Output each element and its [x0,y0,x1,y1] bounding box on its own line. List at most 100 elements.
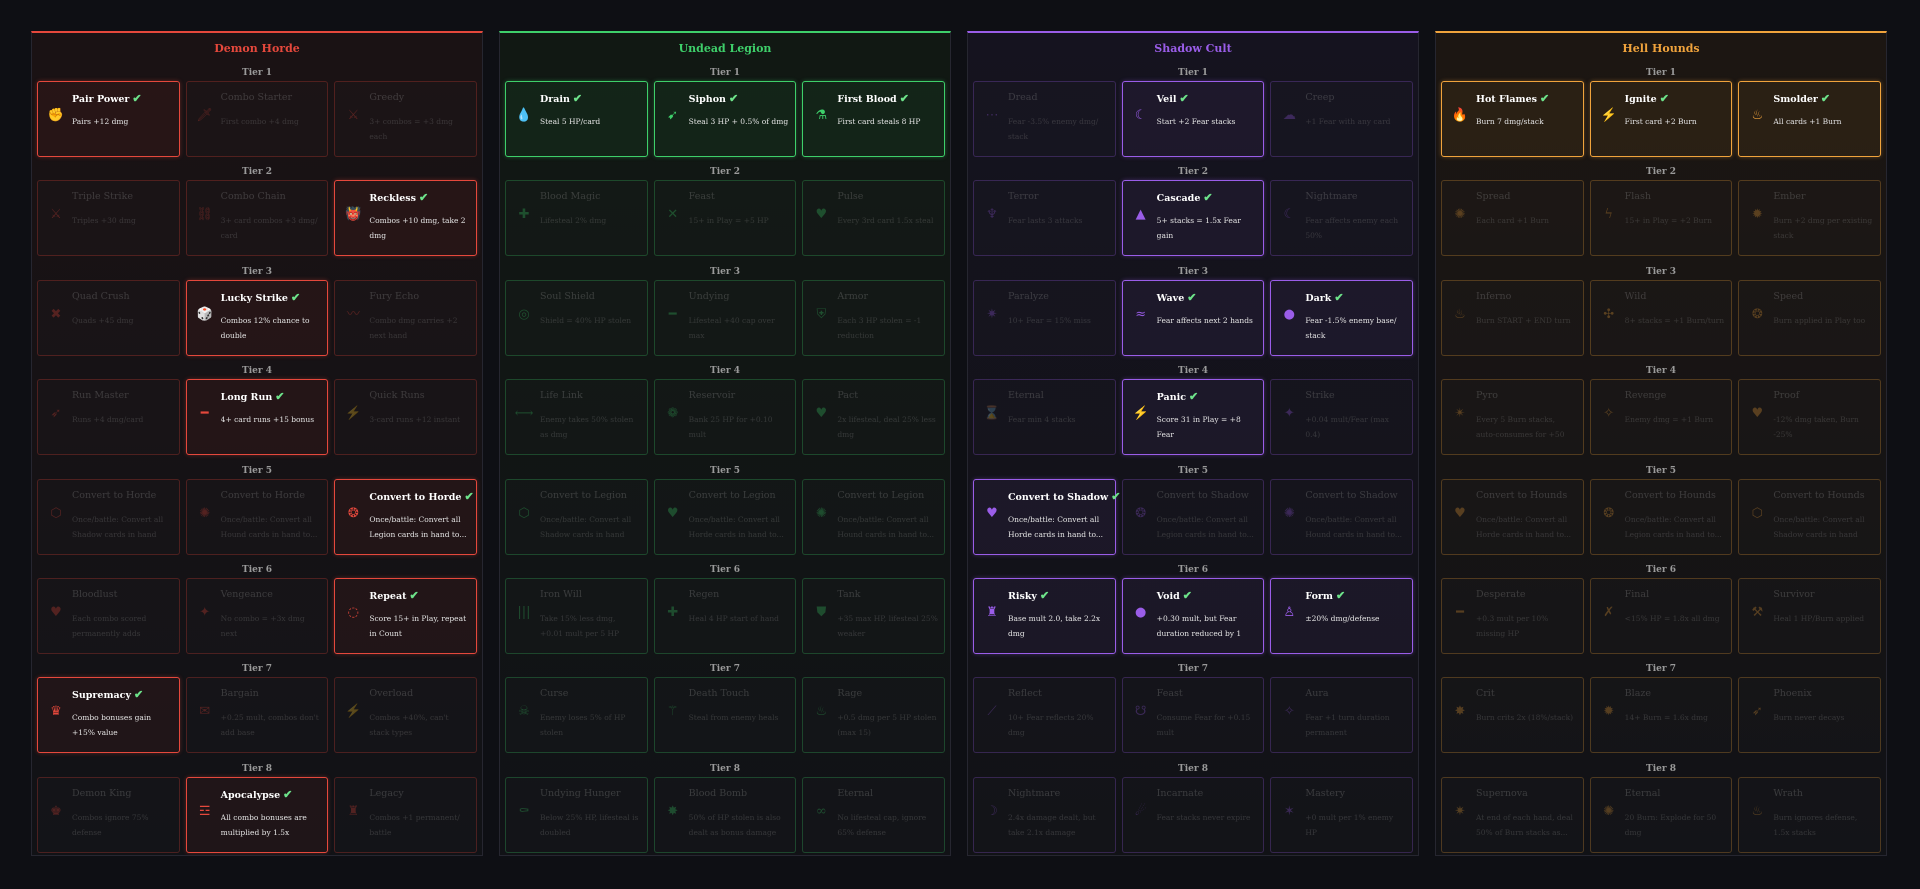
upgrade-card-flash[interactable]: ϟ Flash 15+ in Play = +2 Burn [1589,180,1733,257]
upgrade-card-desperate[interactable]: ━ Desperate +0.3 mult per 10% missing HP [1441,577,1584,654]
upgrade-card-form[interactable]: ♙ Form ✔ ±20% dmg/defense [1270,577,1414,654]
upgrade-card-eternal[interactable]: ∞ Eternal No lifesteal cap, ignore 65% def… [802,776,946,853]
upgrade-card-reflect[interactable]: ⟋ Reflect 10+ Fear reflects 20% dmg [973,677,1116,754]
upgrade-card-pulse[interactable]: ♥ Pulse Every 3rd card 1.5x steal [802,180,946,257]
upgrade-card-death-touch[interactable]: ⚚ Death Touch Steal from enemy heals [653,677,797,754]
upgrade-card-overload[interactable]: ⚡ Overload Combos +40%, can't stack types [334,677,478,754]
upgrade-card-apocalypse[interactable]: ☲ Apocalypse ✔ All combo bonuses are multip… [185,776,329,853]
upgrade-card-convert-to-shadow[interactable]: ❂ Convert to Shadow Once/battle: Convert a… [1121,478,1265,555]
upgrade-card-convert-to-horde[interactable]: ⬡ Convert to Horde Once/battle: Convert al… [37,478,180,555]
upgrade-card-convert-to-legion[interactable]: ⬡ Convert to Legion Once/battle: Convert a… [505,478,648,555]
upgrade-card-fury-echo[interactable]: 〰 Fury Echo Combo dmg carries +2 next hand [334,279,478,356]
upgrade-card-reservoir[interactable]: ❁ Reservoir Bank 25 HP for +0.10 mult [653,379,797,456]
upgrade-card-pact[interactable]: ♥ Pact 2x lifesteal, deal 25% less dmg [802,379,946,456]
upgrade-card-strike[interactable]: ✦ Strike +0.04 mult/Fear (max 0.4) [1270,379,1414,456]
upgrade-card-speed[interactable]: ❂ Speed Burn applied in Play too [1738,279,1882,356]
upgrade-card-soul-shield[interactable]: ◎ Soul Shield Shield = 40% HP stolen [505,279,648,356]
upgrade-card-first-blood[interactable]: ⚗ First Blood ✔ First card steals 8 HP [802,81,946,157]
card-title-text: Iron Will [540,588,582,600]
upgrade-card-blaze[interactable]: ✹ Blaze 14+ Burn = 1.6x dmg [1589,677,1733,754]
upgrade-card-ignite[interactable]: ⚡ Ignite ✔ First card +2 Burn [1589,81,1733,157]
upgrade-card-blood-magic[interactable]: ✚ Blood Magic Lifesteal 2% dmg [505,180,648,257]
upgrade-card-creep[interactable]: ☁ Creep +1 Fear with any card [1270,81,1414,157]
upgrade-card-armor[interactable]: ⛨ Armor Each 3 HP stolen = -1 reduction [802,279,946,356]
upgrade-card-phoenix[interactable]: ➶ Phoenix Burn never decays [1738,677,1882,754]
upgrade-card-eternal[interactable]: ✺ Eternal 20 Burn: Explode for 50 dmg [1589,776,1733,853]
card-description: Enemy dmg = +1 Burn [1624,415,1714,425]
upgrade-card-triple-strike[interactable]: ⚔ Triple Strike Triples +30 dmg [37,180,180,257]
upgrade-card-siphon[interactable]: ➹ Siphon ✔ Steal 3 HP + 0.5% of dmg [653,81,797,157]
upgrade-card-panic[interactable]: ⚡ Panic ✔ Score 31 in Play = +8 Fear [1121,379,1265,456]
upgrade-card-nightmare[interactable]: ☾ Nightmare Fear affects enemy each 50% [1270,180,1414,257]
upgrade-card-pyro[interactable]: ✴ Pyro Every 5 Burn stacks, auto-consumes … [1441,379,1584,456]
upgrade-card-incarnate[interactable]: ☄ Incarnate Fear stacks never expire [1121,776,1265,853]
upgrade-card-run-master[interactable]: ➶ Run Master Runs +4 dmg/card [37,379,180,456]
upgrade-card-quick-runs[interactable]: ⚡ Quick Runs 3-card runs +12 instant [334,379,478,456]
upgrade-card-smolder[interactable]: ♨ Smolder ✔ All cards +1 Burn [1738,81,1882,157]
upgrade-card-spread[interactable]: ✺ Spread Each card +1 Burn [1441,180,1584,257]
upgrade-card-eternal[interactable]: ⌛ Eternal Fear min 4 stacks [973,379,1116,456]
upgrade-card-crit[interactable]: ✸ Crit Burn crits 2x (18%/stack) [1441,677,1584,754]
upgrade-card-supremacy[interactable]: ♛ Supremacy ✔ Combo bonuses gain +15% value [37,677,180,754]
upgrade-card-revenge[interactable]: ✧ Revenge Enemy dmg = +1 Burn [1589,379,1733,456]
upgrade-card-paralyze[interactable]: ✷ Paralyze 10+ Fear = 15% miss [973,279,1116,356]
upgrade-card-supernova[interactable]: ✷ Supernova At end of each hand, deal 50% … [1441,776,1584,853]
upgrade-card-feast[interactable]: ☋ Feast Consume Fear for +0.15 mult [1121,677,1265,754]
upgrade-card-veil[interactable]: ☾ Veil ✔ Start +2 Fear stacks [1121,81,1265,157]
upgrade-card-combo-chain[interactable]: ⛓ Combo Chain 3+ card combos +3 dmg/ card [185,180,329,257]
upgrade-card-bargain[interactable]: ✉ Bargain +0.25 mult, combos don't add bas… [185,677,329,754]
upgrade-card-convert-to-shadow[interactable]: ♥ Convert to Shadow ✔ Once/battle: Convert … [973,478,1120,555]
upgrade-card-greedy[interactable]: ⚔ Greedy 3+ combos = +3 dmg each [334,81,478,157]
upgrade-card-iron-will[interactable]: ||| Iron Will Take 15% less dmg, +0.01 mul… [505,577,648,654]
upgrade-card-survivor[interactable]: ⚒ Survivor Heal 1 HP/Burn applied [1738,577,1882,654]
upgrade-card-long-run[interactable]: ━ Long Run ✔ 4+ card runs +15 bonus [185,379,329,456]
upgrade-card-wrath[interactable]: ♨ Wrath Burn ignores defense, 1.5x stacks [1738,776,1882,853]
upgrade-card-convert-to-legion[interactable]: ✺ Convert to Legion Once/battle: Convert a… [802,478,946,555]
upgrade-card-convert-to-hounds[interactable]: ⬡ Convert to Hounds Once/battle: Convert a… [1738,478,1882,555]
upgrade-card-feast[interactable]: ✕ Feast 15+ in Play = +5 HP [653,180,797,257]
upgrade-card-hot-flames[interactable]: 🔥 Hot Flames ✔ Burn 7 dmg/stack [1441,81,1584,157]
upgrade-card-convert-to-horde[interactable]: ❂ Convert to Horde ✔ Once/battle: Convert a… [334,478,478,555]
upgrade-card-regen[interactable]: ✚ Regen Heal 4 HP start of hand [653,577,797,654]
upgrade-card-blood-bomb[interactable]: ✸ Blood Bomb 50% of HP stolen is also deal… [653,776,797,853]
wrath-icon: ♨ [1751,803,1764,819]
upgrade-card-void[interactable]: ● Void ✔ +0.30 mult, but Fear duration redu… [1121,577,1265,654]
upgrade-card-proof[interactable]: ♥ Proof -12% dmg taken, Burn -25% [1738,379,1882,456]
upgrade-card-drain[interactable]: 💧 Drain ✔ Steal 5 HP/card [505,81,648,157]
upgrade-card-rage[interactable]: ♨ Rage +0.5 dmg per 5 HP stolen (max 15) [802,677,946,754]
upgrade-card-dark[interactable]: ● Dark ✔ Fear -1.5% enemy base/ stack [1270,279,1414,356]
upgrade-card-pair-power[interactable]: ✊ Pair Power ✔ Pairs +12 dmg [37,81,180,157]
upgrade-card-demon-king[interactable]: ♚ Demon King Combos ignore 75% defense [37,776,180,853]
upgrade-card-inferno[interactable]: ♨ Inferno Burn START + END turn [1441,279,1584,356]
upgrade-card-mastery[interactable]: ✶ Mastery +0 mult per 1% enemy HP [1270,776,1414,853]
upgrade-card-quad-crush[interactable]: ✖ Quad Crush Quads +45 dmg [37,279,180,356]
upgrade-card-final[interactable]: ✗ Final <15% HP = 1.8x all dmg [1589,577,1733,654]
upgrade-card-nightmare[interactable]: ☽ Nightmare 2.4x damage dealt, but take 2.… [973,776,1116,853]
upgrade-card-curse[interactable]: ☠ Curse Enemy loses 5% of HP stolen [505,677,648,754]
upgrade-card-risky[interactable]: ♜ Risky ✔ Base mult 2.0, take 2.2x dmg [973,577,1116,654]
upgrade-card-cascade[interactable]: ▲ Cascade ✔ 5+ stacks = 1.5x Fear gain [1121,180,1265,257]
upgrade-card-life-link[interactable]: ⟷ Life Link Enemy takes 50% stolen as dmg [505,379,648,456]
upgrade-card-convert-to-hounds[interactable]: ♥ Convert to Hounds Once/battle: Convert a… [1441,478,1584,555]
upgrade-card-undying-hunger[interactable]: ⚰ Undying Hunger Below 25% HP, lifesteal i… [505,776,648,853]
upgrade-card-reckless[interactable]: 👹 Reckless ✔ Combos +10 dmg, take 2 dmg [334,180,478,257]
upgrade-card-repeat[interactable]: ◌ Repeat ✔ Score 15+ in Play, repeat in Cou… [334,577,478,654]
upgrade-card-bloodlust[interactable]: ♥ Bloodlust Each combo scored permanently … [37,577,180,654]
upgrade-card-convert-to-horde[interactable]: ✺ Convert to Horde Once/battle: Convert al… [185,478,329,555]
upgrade-card-terror[interactable]: ♆ Terror Fear lasts 3 attacks [973,180,1116,257]
upgrade-card-aura[interactable]: ✧ Aura Fear +1 turn duration permanent [1270,677,1414,754]
upgrade-card-undying[interactable]: ━ Undying Lifesteal +40 cap over max [653,279,797,356]
upgrade-card-convert-to-legion[interactable]: ♥ Convert to Legion Once/battle: Convert a… [653,478,797,555]
upgrade-card-ember[interactable]: ✹ Ember Burn +2 dmg per existing stack [1738,180,1882,257]
upgrade-card-dread[interactable]: ⋯ Dread Fear -3.5% enemy dmg/ stack [973,81,1116,157]
upgrade-card-wave[interactable]: ≈ Wave ✔ Fear affects next 2 hands [1121,279,1265,356]
upgrade-card-tank[interactable]: ⛊ Tank +35 max HP, lifesteal 25% weaker [802,577,946,654]
upgrade-card-convert-to-shadow[interactable]: ✺ Convert to Shadow Once/battle: Convert a… [1270,478,1414,555]
upgrade-card-legacy[interactable]: ♜ Legacy Combos +1 permanent/ battle [334,776,478,853]
card-title-text: Life Link [540,390,583,402]
upgrade-card-convert-to-hounds[interactable]: ❂ Convert to Hounds Once/battle: Convert a… [1589,478,1733,555]
upgrade-card-combo-starter[interactable]: 🗡 Combo Starter First combo +4 dmg [185,81,329,157]
upgrade-card-lucky-strike[interactable]: 🎲 Lucky Strike ✔ Combos 12% chance to doubl… [185,279,329,356]
upgrade-card-wild[interactable]: ✣ Wild 8+ stacks = +1 Burn/turn [1589,279,1733,356]
upgrade-card-vengeance[interactable]: ✦ Vengeance No combo = +3x dmg next [185,577,329,654]
